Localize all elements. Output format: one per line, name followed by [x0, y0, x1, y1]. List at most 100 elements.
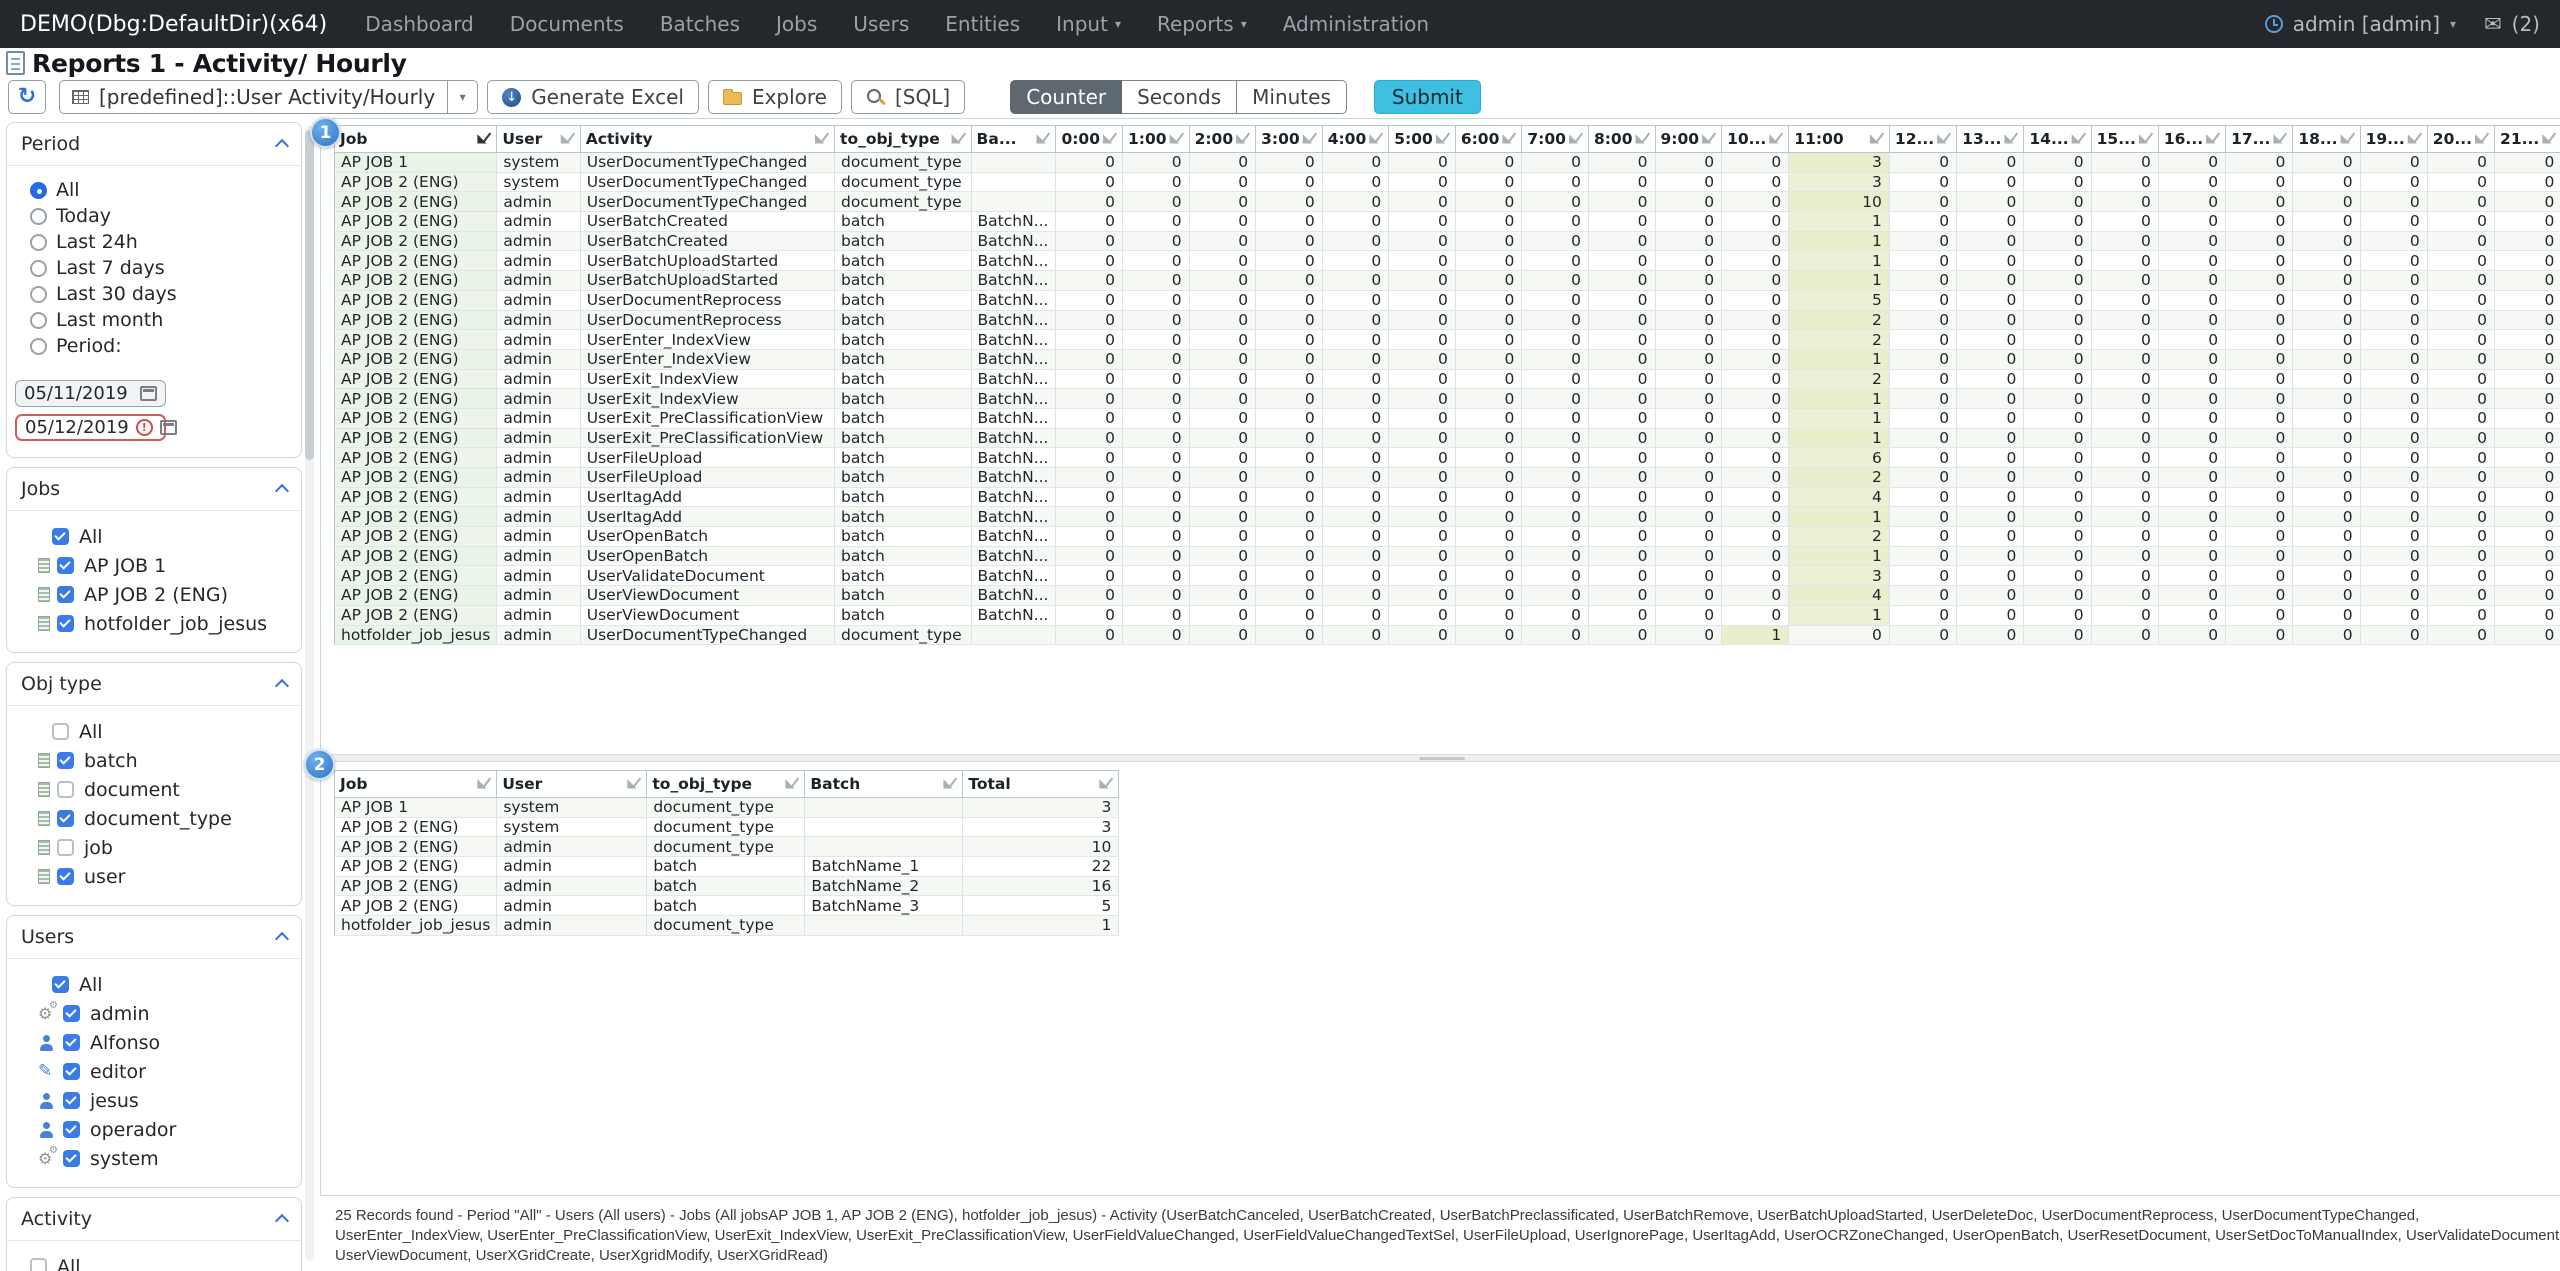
filter-icon[interactable]: ◣: [2341, 132, 2355, 146]
nav-item-jobs[interactable]: Jobs: [776, 12, 817, 36]
obj_type-all[interactable]: All: [7, 717, 301, 746]
filter-icon[interactable]: ◣: [1103, 132, 1117, 146]
filter-icon[interactable]: ◣: [943, 777, 957, 791]
period-option-period[interactable]: Period:: [7, 333, 301, 359]
obj_type-item-batch[interactable]: batch: [7, 746, 301, 775]
checkbox-checked[interactable]: [57, 752, 74, 769]
checkbox-checked[interactable]: [57, 868, 74, 885]
col-header-hour-13[interactable]: 13...◣: [1957, 126, 2024, 153]
col-header-hour-14[interactable]: 14...◣: [2024, 126, 2091, 153]
refresh-button[interactable]: ↻: [8, 80, 46, 114]
period-option-last-7-days[interactable]: Last 7 days: [7, 255, 301, 281]
nav-item-dashboard[interactable]: Dashboard: [365, 12, 474, 36]
activity-all[interactable]: All: [7, 1252, 301, 1271]
filter-icon[interactable]: ◣: [1636, 132, 1650, 146]
grid-splitter[interactable]: [322, 754, 2560, 762]
radio-unselected[interactable]: [30, 260, 47, 277]
sidebar-scrollbar-thumb[interactable]: [305, 130, 314, 460]
panel-header-period[interactable]: Period: [7, 123, 301, 165]
jobs-item-ap-job-2-eng[interactable]: AP JOB 2 (ENG): [7, 580, 301, 609]
filter-icon[interactable]: ◣: [1569, 132, 1583, 146]
checkbox-unchecked[interactable]: [57, 781, 74, 798]
users-item-operador[interactable]: operador: [7, 1115, 301, 1144]
filter-icon[interactable]: ◣: [952, 132, 966, 146]
filter-icon[interactable]: ◣: [2408, 132, 2422, 146]
filter-icon[interactable]: ◣: [2139, 132, 2153, 146]
nav-item-input[interactable]: Input▾: [1056, 12, 1121, 36]
users-item-admin[interactable]: ⚙⚙admin: [7, 999, 301, 1028]
mail-icon[interactable]: ✉: [2484, 12, 2502, 36]
nav-item-documents[interactable]: Documents: [510, 12, 624, 36]
jobs-all[interactable]: All: [7, 522, 301, 551]
col-header-hour-12[interactable]: 12...◣: [1889, 126, 1956, 153]
col-header-hour-20[interactable]: 20...◣: [2427, 126, 2494, 153]
radio-unselected[interactable]: [30, 286, 47, 303]
jobs-item-hotfolder-job-jesus[interactable]: hotfolder_job_jesus: [7, 609, 301, 638]
users-item-alfonso[interactable]: Alfonso: [7, 1028, 301, 1057]
chevron-up-icon[interactable]: [275, 139, 289, 153]
checkbox-checked[interactable]: [63, 1150, 80, 1167]
filter-icon[interactable]: ◣: [2542, 132, 2556, 146]
filter-icon[interactable]: ◣: [785, 777, 799, 791]
col-header-user[interactable]: User◣: [497, 771, 647, 798]
checkbox-checked[interactable]: [63, 1121, 80, 1138]
calendar-icon[interactable]: [160, 420, 177, 435]
filter-icon[interactable]: ◣: [561, 132, 575, 146]
radio-unselected[interactable]: [30, 234, 47, 251]
generate-excel-button[interactable]: ↓ Generate Excel: [487, 80, 699, 114]
sql-button[interactable]: [SQL]: [851, 80, 965, 114]
checkbox-checked[interactable]: [57, 586, 74, 603]
filter-icon[interactable]: ◣: [1937, 132, 1951, 146]
filter-icon[interactable]: ◣: [1769, 132, 1783, 146]
filter-icon[interactable]: ◣: [1870, 132, 1884, 146]
filter-icon[interactable]: ◣: [2475, 132, 2489, 146]
period-option-all[interactable]: All: [7, 177, 301, 203]
col-header-hour-2-00[interactable]: 2:00◣: [1189, 126, 1256, 153]
checkbox-unchecked[interactable]: [30, 1258, 47, 1271]
nav-item-users[interactable]: Users: [853, 12, 909, 36]
period-option-last-24h[interactable]: Last 24h: [7, 229, 301, 255]
checkbox-unchecked[interactable]: [52, 723, 69, 740]
mode-minutes[interactable]: Minutes: [1237, 80, 1347, 114]
filter-icon[interactable]: ◣: [1369, 132, 1383, 146]
users-item-editor[interactable]: ✎editor: [7, 1057, 301, 1086]
col-header-hour-8-00[interactable]: 8:00◣: [1588, 126, 1655, 153]
panel-header-jobs[interactable]: Jobs: [7, 468, 301, 510]
checkbox-checked[interactable]: [57, 810, 74, 827]
radio-selected[interactable]: [30, 182, 47, 199]
filter-icon[interactable]: ◣: [1170, 132, 1184, 146]
col-header-hour-7-00[interactable]: 7:00◣: [1522, 126, 1589, 153]
checkbox-checked[interactable]: [52, 528, 69, 545]
col-header-activity[interactable]: Activity◣: [580, 126, 834, 153]
checkbox-unchecked[interactable]: [57, 839, 74, 856]
jobs-item-ap-job-1[interactable]: AP JOB 1: [7, 551, 301, 580]
submit-button[interactable]: Submit: [1374, 80, 1481, 114]
date-to-input[interactable]: 05/12/2019 !: [15, 414, 166, 441]
mode-seconds[interactable]: Seconds: [1122, 80, 1237, 114]
col-header-hour-17[interactable]: 17...◣: [2226, 126, 2293, 153]
radio-unselected[interactable]: [30, 338, 47, 355]
col-header-hour-0-00[interactable]: 0:00◣: [1056, 126, 1123, 153]
col-header-hour-21[interactable]: 21...◣: [2495, 126, 2560, 153]
filter-icon[interactable]: ◣: [1502, 132, 1516, 146]
col-header-hour-3-00[interactable]: 3:00◣: [1256, 126, 1323, 153]
chevron-up-icon[interactable]: [275, 1214, 289, 1228]
col-header-hour-6-00[interactable]: 6:00◣: [1455, 126, 1522, 153]
period-option-last-month[interactable]: Last month: [7, 307, 301, 333]
sort-filter-icon[interactable]: ◣: [477, 132, 491, 146]
checkbox-checked[interactable]: [63, 1034, 80, 1051]
nav-item-reports[interactable]: Reports▾: [1157, 12, 1247, 36]
obj_type-item-document[interactable]: document: [7, 775, 301, 804]
col-header-hour-5-00[interactable]: 5:00◣: [1389, 126, 1456, 153]
col-header-hour-16[interactable]: 16...◣: [2158, 126, 2225, 153]
col-header-job[interactable]: Job◣: [335, 771, 497, 798]
col-header-batch[interactable]: Batch◣: [805, 771, 963, 798]
col-header-hour-18[interactable]: 18...◣: [2293, 126, 2360, 153]
col-header-hour-1-00[interactable]: 1:00◣: [1123, 126, 1190, 153]
mail-count[interactable]: (2): [2512, 12, 2540, 36]
checkbox-checked[interactable]: [63, 1063, 80, 1080]
col-header-total[interactable]: Total◣: [963, 771, 1119, 798]
mode-counter[interactable]: Counter: [1010, 80, 1122, 114]
col-header-hour-9-00[interactable]: 9:00◣: [1655, 126, 1722, 153]
users-item-system[interactable]: ⚙⚙system: [7, 1144, 301, 1173]
